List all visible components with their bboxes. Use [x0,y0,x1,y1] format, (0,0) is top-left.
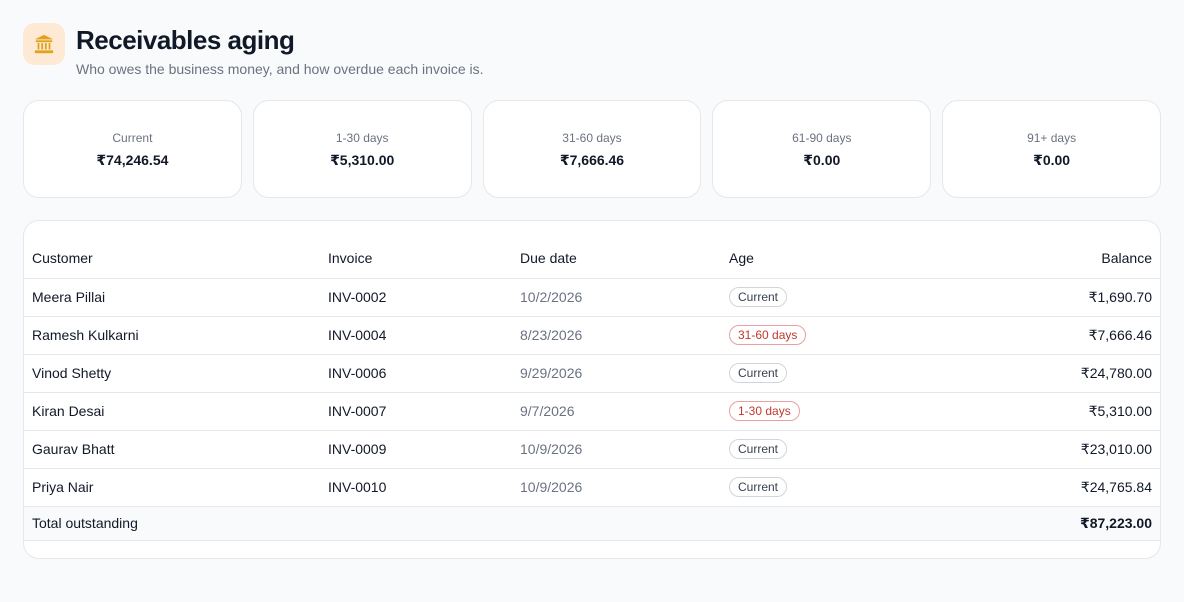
customer-cell: Gaurav Bhatt [24,430,320,469]
age-badge: Current [729,439,788,459]
table-header-row: Customer Invoice Due date Age Balance [24,239,1160,279]
column-header-age[interactable]: Age [721,239,941,279]
total-label: Total outstanding [24,506,320,541]
card-1-30-days: 1-30 days ₹5,310.00 [252,100,472,198]
age-cell: 31-60 days [721,316,941,355]
page-header: Receivables aging Who owes the business … [23,23,484,78]
balance-cell: ₹24,765.84 [941,468,1160,507]
age-badge: Current [729,363,788,383]
customer-cell: Priya Nair [24,468,320,507]
card-61-90-days: 61-90 days ₹0.00 [712,100,932,198]
column-header-invoice[interactable]: Invoice [320,239,512,279]
balance-cell: ₹1,690.70 [941,278,1160,317]
total-row: Total outstanding ₹87,223.00 [24,506,1160,541]
age-badge-overdue: 31-60 days [729,325,807,345]
table-row[interactable]: Kiran Desai INV-0007 9/7/2026 1-30 days … [24,392,1160,431]
invoice-cell: INV-0004 [320,316,512,355]
age-cell: Current [721,278,941,317]
invoice-cell: INV-0007 [320,392,512,431]
due-date-cell: 9/7/2026 [512,392,721,431]
card-value: ₹74,246.54 [96,151,169,168]
customer-cell: Kiran Desai [24,392,320,431]
customer-cell: Ramesh Kulkarni [24,316,320,355]
total-balance: ₹87,223.00 [941,506,1160,541]
page-subtitle: Who owes the business money, and how ove… [76,61,484,77]
balance-cell: ₹5,310.00 [941,392,1160,431]
customer-cell: Meera Pillai [24,278,320,317]
age-cell: 1-30 days [721,392,941,431]
card-label: 1-30 days [335,130,389,145]
card-91-plus-days: 91+ days ₹0.00 [942,100,1161,198]
age-badge: Current [729,287,788,307]
card-label: 91+ days [1027,130,1077,145]
page-title: Receivables aging [76,25,295,55]
invoice-cell: INV-0009 [320,430,512,469]
card-value: ₹7,666.46 [559,151,625,168]
table-row[interactable]: Gaurav Bhatt INV-0009 10/9/2026 Current … [24,430,1160,469]
card-31-60-days: 31-60 days ₹7,666.46 [482,100,702,198]
receivables-table-card: Customer Invoice Due date Age Balance Me… [23,220,1161,559]
invoice-cell: INV-0002 [320,278,512,317]
age-cell: Current [721,430,941,469]
empty-cell [320,506,512,541]
invoice-cell: INV-0006 [320,354,512,393]
balance-cell: ₹23,010.00 [941,430,1160,469]
column-header-customer[interactable]: Customer [24,239,320,279]
card-value: ₹0.00 [1033,151,1071,168]
bank-icon [23,23,65,65]
customer-cell: Vinod Shetty [24,354,320,393]
empty-cell [721,506,941,541]
due-date-cell: 10/2/2026 [512,278,721,317]
due-date-cell: 9/29/2026 [512,354,721,393]
table-row[interactable]: Meera Pillai INV-0002 10/2/2026 Current … [24,278,1160,317]
card-value: ₹5,310.00 [330,151,395,168]
table-row[interactable]: Priya Nair INV-0010 10/9/2026 Current ₹2… [24,468,1160,507]
card-label: 61-90 days [792,130,852,145]
card-current: Current ₹74,246.54 [23,100,242,198]
age-badge: Current [729,477,788,497]
card-value: ₹0.00 [803,151,841,168]
table-row[interactable]: Vinod Shetty INV-0006 9/29/2026 Current … [24,354,1160,393]
table-row[interactable]: Ramesh Kulkarni INV-0004 8/23/2026 31-60… [24,316,1160,355]
receivables-table: Customer Invoice Due date Age Balance Me… [24,239,1160,541]
empty-cell [512,506,721,541]
age-cell: Current [721,354,941,393]
invoice-cell: INV-0010 [320,468,512,507]
due-date-cell: 10/9/2026 [512,430,721,469]
column-header-balance[interactable]: Balance [941,239,1160,279]
card-label: Current [112,130,153,145]
card-label: 31-60 days [562,130,622,145]
age-cell: Current [721,468,941,507]
balance-cell: ₹24,780.00 [941,354,1160,393]
aging-summary-cards: Current ₹74,246.54 1-30 days ₹5,310.00 3… [23,100,1161,198]
due-date-cell: 10/9/2026 [512,468,721,507]
due-date-cell: 8/23/2026 [512,316,721,355]
balance-cell: ₹7,666.46 [941,316,1160,355]
column-header-due-date[interactable]: Due date [512,239,721,279]
age-badge-overdue: 1-30 days [729,401,800,421]
